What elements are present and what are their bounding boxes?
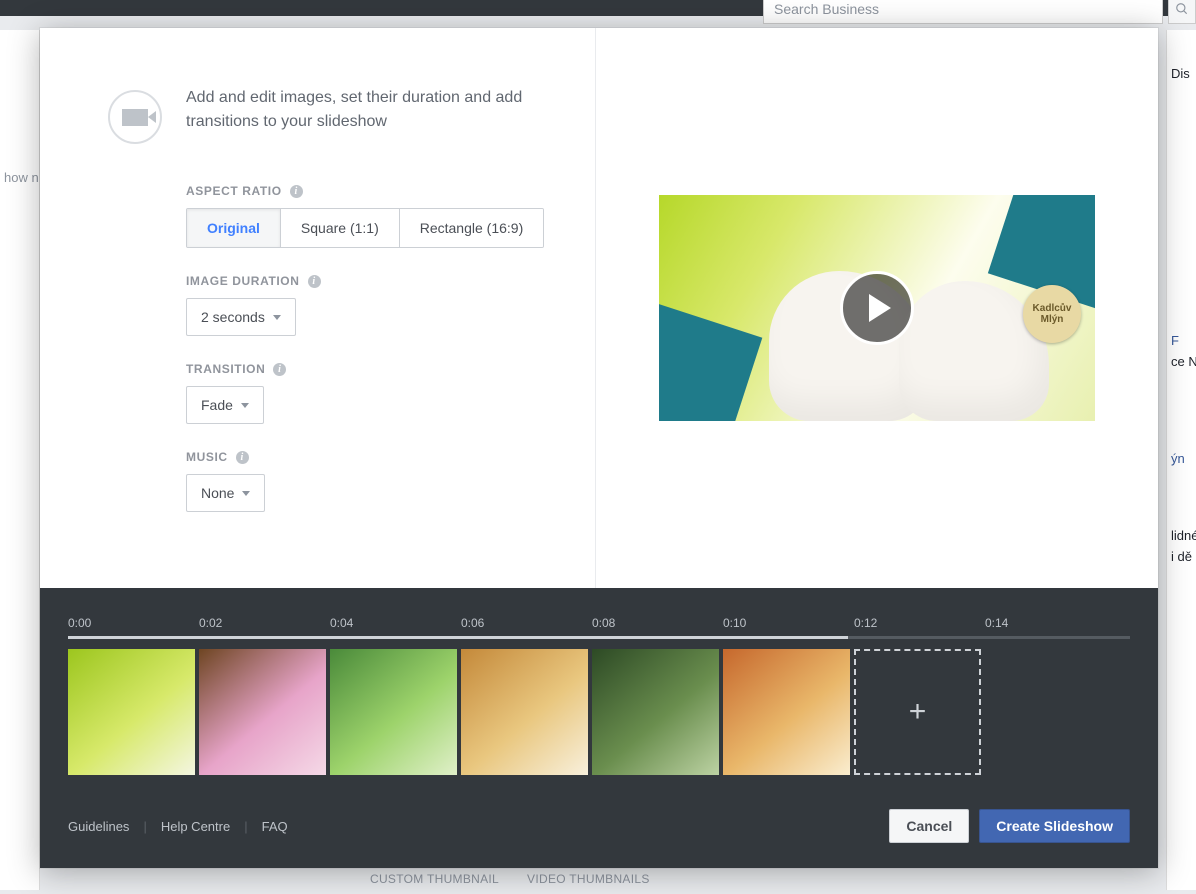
tick: 0:12	[854, 616, 985, 630]
aspect-ratio-label: ASPECT RATIO	[186, 184, 282, 198]
brand-badge: Kadlcův Mlýn	[1023, 285, 1081, 343]
intro-text: Add and edit images, set their duration …	[186, 86, 555, 134]
timeline-thumb[interactable]	[723, 649, 850, 775]
timeline-progress	[68, 636, 848, 639]
tick: 0:06	[461, 616, 592, 630]
settings-pane: Add and edit images, set their duration …	[40, 28, 596, 588]
add-image-button[interactable]: +	[854, 649, 981, 775]
aspect-ratio-original[interactable]: Original	[187, 209, 281, 247]
bg-search-input[interactable]: Search Business	[763, 0, 1163, 24]
timeline-thumbs: +	[68, 649, 1130, 775]
timeline-thumb[interactable]	[330, 649, 457, 775]
preview-pane: Kadlcův Mlýn	[596, 28, 1158, 588]
image-duration-label: IMAGE DURATION	[186, 274, 300, 288]
music-value: None	[201, 485, 234, 501]
aspect-ratio-selector: Original Square (1:1) Rectangle (16:9)	[186, 208, 544, 248]
bg-right-strip: Dis F ce Net ýn lidné i dě	[1166, 30, 1196, 890]
music-label: MUSIC	[186, 450, 228, 464]
bg-search-placeholder: Search Business	[774, 1, 879, 17]
transition-dropdown[interactable]: Fade	[186, 386, 264, 424]
info-icon[interactable]: i	[290, 185, 303, 198]
timeline-thumb[interactable]	[592, 649, 719, 775]
slideshow-modal: Add and edit images, set their duration …	[40, 28, 1158, 868]
footer-link-guidelines[interactable]: Guidelines	[68, 819, 129, 834]
tick: 0:00	[68, 616, 199, 630]
aspect-ratio-square[interactable]: Square (1:1)	[281, 209, 400, 247]
bg-search-button[interactable]	[1168, 0, 1196, 24]
image-duration-value: 2 seconds	[201, 309, 265, 325]
tick: 0:02	[199, 616, 330, 630]
image-duration-dropdown[interactable]: 2 seconds	[186, 298, 296, 336]
timeline-thumb[interactable]	[461, 649, 588, 775]
chevron-down-icon	[242, 491, 250, 496]
preview-video[interactable]: Kadlcův Mlýn	[659, 195, 1095, 421]
create-slideshow-button[interactable]: Create Slideshow	[979, 809, 1130, 843]
bg-left-strip: how n	[0, 30, 40, 890]
timeline-track[interactable]	[68, 636, 1130, 639]
footer-link-faq[interactable]: FAQ	[262, 819, 288, 834]
video-settings-icon	[108, 90, 162, 144]
aspect-ratio-rectangle[interactable]: Rectangle (16:9)	[400, 209, 544, 247]
footer-links: Guidelines | Help Centre | FAQ	[68, 819, 288, 834]
bg-bottom-tabs: CUSTOM THUMBNAIL VIDEO THUMBNAILS	[370, 872, 650, 886]
modal-footer: Guidelines | Help Centre | FAQ Cancel Cr…	[68, 809, 1130, 843]
plus-icon: +	[909, 695, 927, 729]
timeline-ticks: 0:00 0:02 0:04 0:06 0:08 0:10 0:12 0:14	[68, 616, 1130, 630]
info-icon[interactable]: i	[236, 451, 249, 464]
transition-label: TRANSITION	[186, 362, 265, 376]
tick: 0:08	[592, 616, 723, 630]
timeline-thumb[interactable]	[68, 649, 195, 775]
play-button[interactable]	[840, 271, 914, 345]
cancel-button[interactable]: Cancel	[889, 809, 969, 843]
timeline-area: 0:00 0:02 0:04 0:06 0:08 0:10 0:12 0:14 …	[40, 588, 1158, 868]
chevron-down-icon	[273, 315, 281, 320]
tick: 0:04	[330, 616, 461, 630]
transition-value: Fade	[201, 397, 233, 413]
info-icon[interactable]: i	[308, 275, 321, 288]
footer-link-help[interactable]: Help Centre	[161, 819, 230, 834]
tick: 0:14	[985, 616, 1116, 630]
chevron-down-icon	[241, 403, 249, 408]
info-icon[interactable]: i	[273, 363, 286, 376]
tick: 0:10	[723, 616, 854, 630]
timeline-thumb[interactable]	[199, 649, 326, 775]
music-dropdown[interactable]: None	[186, 474, 265, 512]
